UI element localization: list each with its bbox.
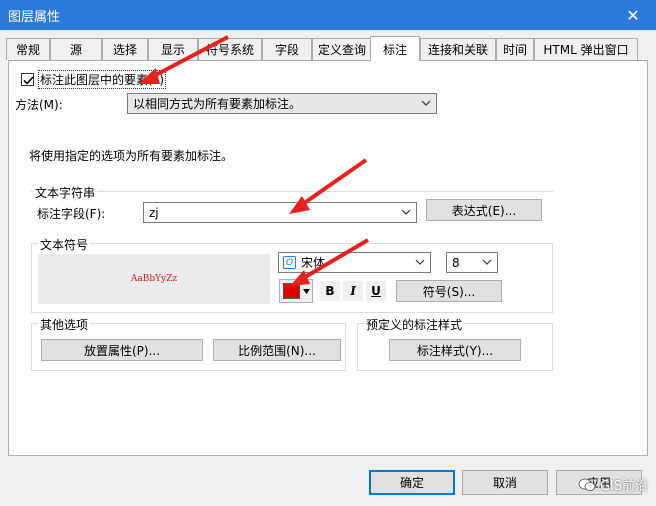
opentype-font-icon: O xyxy=(283,256,296,269)
label-field-dropdown[interactable]: zj xyxy=(143,202,417,223)
text-symbol-title: 文本符号 xyxy=(38,236,91,253)
tab-display[interactable]: 显示 xyxy=(148,38,198,60)
tab-selection[interactable]: 选择 xyxy=(102,38,148,60)
expression-button[interactable]: 表达式(E)... xyxy=(426,199,542,221)
tab-joins-relates[interactable]: 连接和关联 xyxy=(420,38,496,60)
tab-source[interactable]: 源 xyxy=(50,38,102,60)
watermark: GIS前沿 xyxy=(578,475,648,494)
dropdown-triangle-icon xyxy=(303,289,310,294)
tab-html-popup[interactable]: HTML 弹出窗口 xyxy=(534,38,638,60)
close-button[interactable]: ✕ xyxy=(610,0,656,30)
labels-panel: 标注此图层中的要素(L) 方法(M): 以相同方式为所有要素加标注。 将使用指定… xyxy=(8,60,648,456)
label-features-label: 标注此图层中的要素(L) xyxy=(38,70,167,89)
tab-symbology[interactable]: 符号系统 xyxy=(198,38,262,60)
tab-strip: 常规 源 选择 显示 符号系统 字段 定义查询 标注 连接和关联 时间 HTML… xyxy=(6,36,650,61)
text-symbol-preview: AaBbYyZz xyxy=(38,254,270,304)
placement-properties-button[interactable]: 放置属性(P)... xyxy=(41,339,203,361)
chevron-down-icon xyxy=(482,259,492,265)
underline-button[interactable]: U xyxy=(366,281,386,301)
font-value: 宋体 xyxy=(301,256,326,270)
italic-button[interactable]: I xyxy=(343,281,363,301)
tab-fields[interactable]: 字段 xyxy=(262,38,312,60)
label-field-label: 标注字段(F): xyxy=(37,207,106,221)
tab-time[interactable]: 时间 xyxy=(496,38,534,60)
label-features-checkbox[interactable]: 标注此图层中的要素(L) xyxy=(21,70,167,89)
font-size-value: 8 xyxy=(452,255,460,270)
text-string-title: 文本字符串 xyxy=(33,184,98,201)
method-value: 以相同方式为所有要素加标注。 xyxy=(133,97,302,111)
info-text: 将使用指定的选项为所有要素加标注。 xyxy=(29,149,234,163)
label-styles-button[interactable]: 标注样式(Y)... xyxy=(389,339,521,361)
tab-definition-query[interactable]: 定义查询 xyxy=(312,38,372,60)
title-bar: 图层属性 ✕ xyxy=(0,0,656,30)
font-size-dropdown[interactable]: 8 xyxy=(446,252,498,273)
font-dropdown[interactable]: O 宋体 xyxy=(278,252,431,273)
scale-range-button[interactable]: 比例范围(N)... xyxy=(213,339,341,361)
method-dropdown[interactable]: 以相同方式为所有要素加标注。 xyxy=(127,93,437,114)
ok-button[interactable]: 确定 xyxy=(369,470,455,495)
cancel-button[interactable]: 取消 xyxy=(462,470,548,495)
other-options-title: 其他选项 xyxy=(38,316,91,333)
window-title: 图层属性 xyxy=(8,10,61,25)
tab-labels[interactable]: 标注 xyxy=(370,36,420,61)
color-picker-button[interactable] xyxy=(279,279,313,303)
color-swatch xyxy=(283,283,300,299)
wechat-icon xyxy=(578,478,596,491)
chevron-down-icon xyxy=(421,100,431,106)
method-label: 方法(M): xyxy=(15,98,63,112)
predefined-style-title: 预定义的标注样式 xyxy=(364,316,465,333)
bold-button[interactable]: B xyxy=(320,281,340,301)
symbol-button[interactable]: 符号(S)... xyxy=(396,280,502,302)
chevron-down-icon xyxy=(401,209,411,215)
preview-text: AaBbYyZz xyxy=(130,274,178,284)
chevron-down-icon xyxy=(415,259,425,265)
checkbox-checked-icon xyxy=(21,73,34,86)
watermark-text: GIS前沿 xyxy=(599,479,648,494)
label-field-value: zj xyxy=(149,205,159,220)
layer-properties-dialog: 图层属性 ✕ 常规 源 选择 显示 符号系统 字段 定义查询 标注 连接和关联 … xyxy=(0,0,656,506)
tab-general[interactable]: 常规 xyxy=(6,38,50,60)
